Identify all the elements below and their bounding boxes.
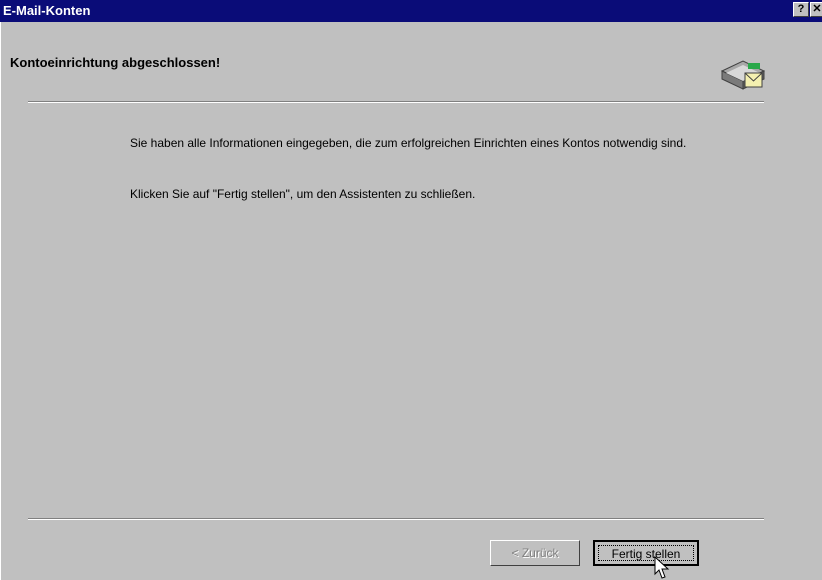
wizard-body (0, 22, 822, 580)
close-button[interactable]: ✕ (810, 2, 822, 17)
info-text: Sie haben alle Informationen eingegeben,… (130, 136, 687, 150)
page-heading: Kontoeinrichtung abgeschlossen! (10, 55, 221, 70)
mail-envelope-icon (720, 60, 766, 90)
help-button[interactable]: ? (793, 2, 809, 17)
instruction-text: Klicken Sie auf "Fertig stellen", um den… (130, 187, 476, 201)
focus-rect (598, 545, 694, 561)
top-separator (28, 101, 764, 103)
title-bar: E-Mail-Konten ? ✕ (0, 0, 822, 22)
finish-button[interactable]: Fertig stellen (593, 540, 699, 566)
bottom-separator (28, 518, 764, 520)
back-button[interactable]: < Zurück (490, 540, 580, 566)
mouse-pointer-icon (654, 556, 670, 579)
window-title: E-Mail-Konten (3, 3, 91, 18)
